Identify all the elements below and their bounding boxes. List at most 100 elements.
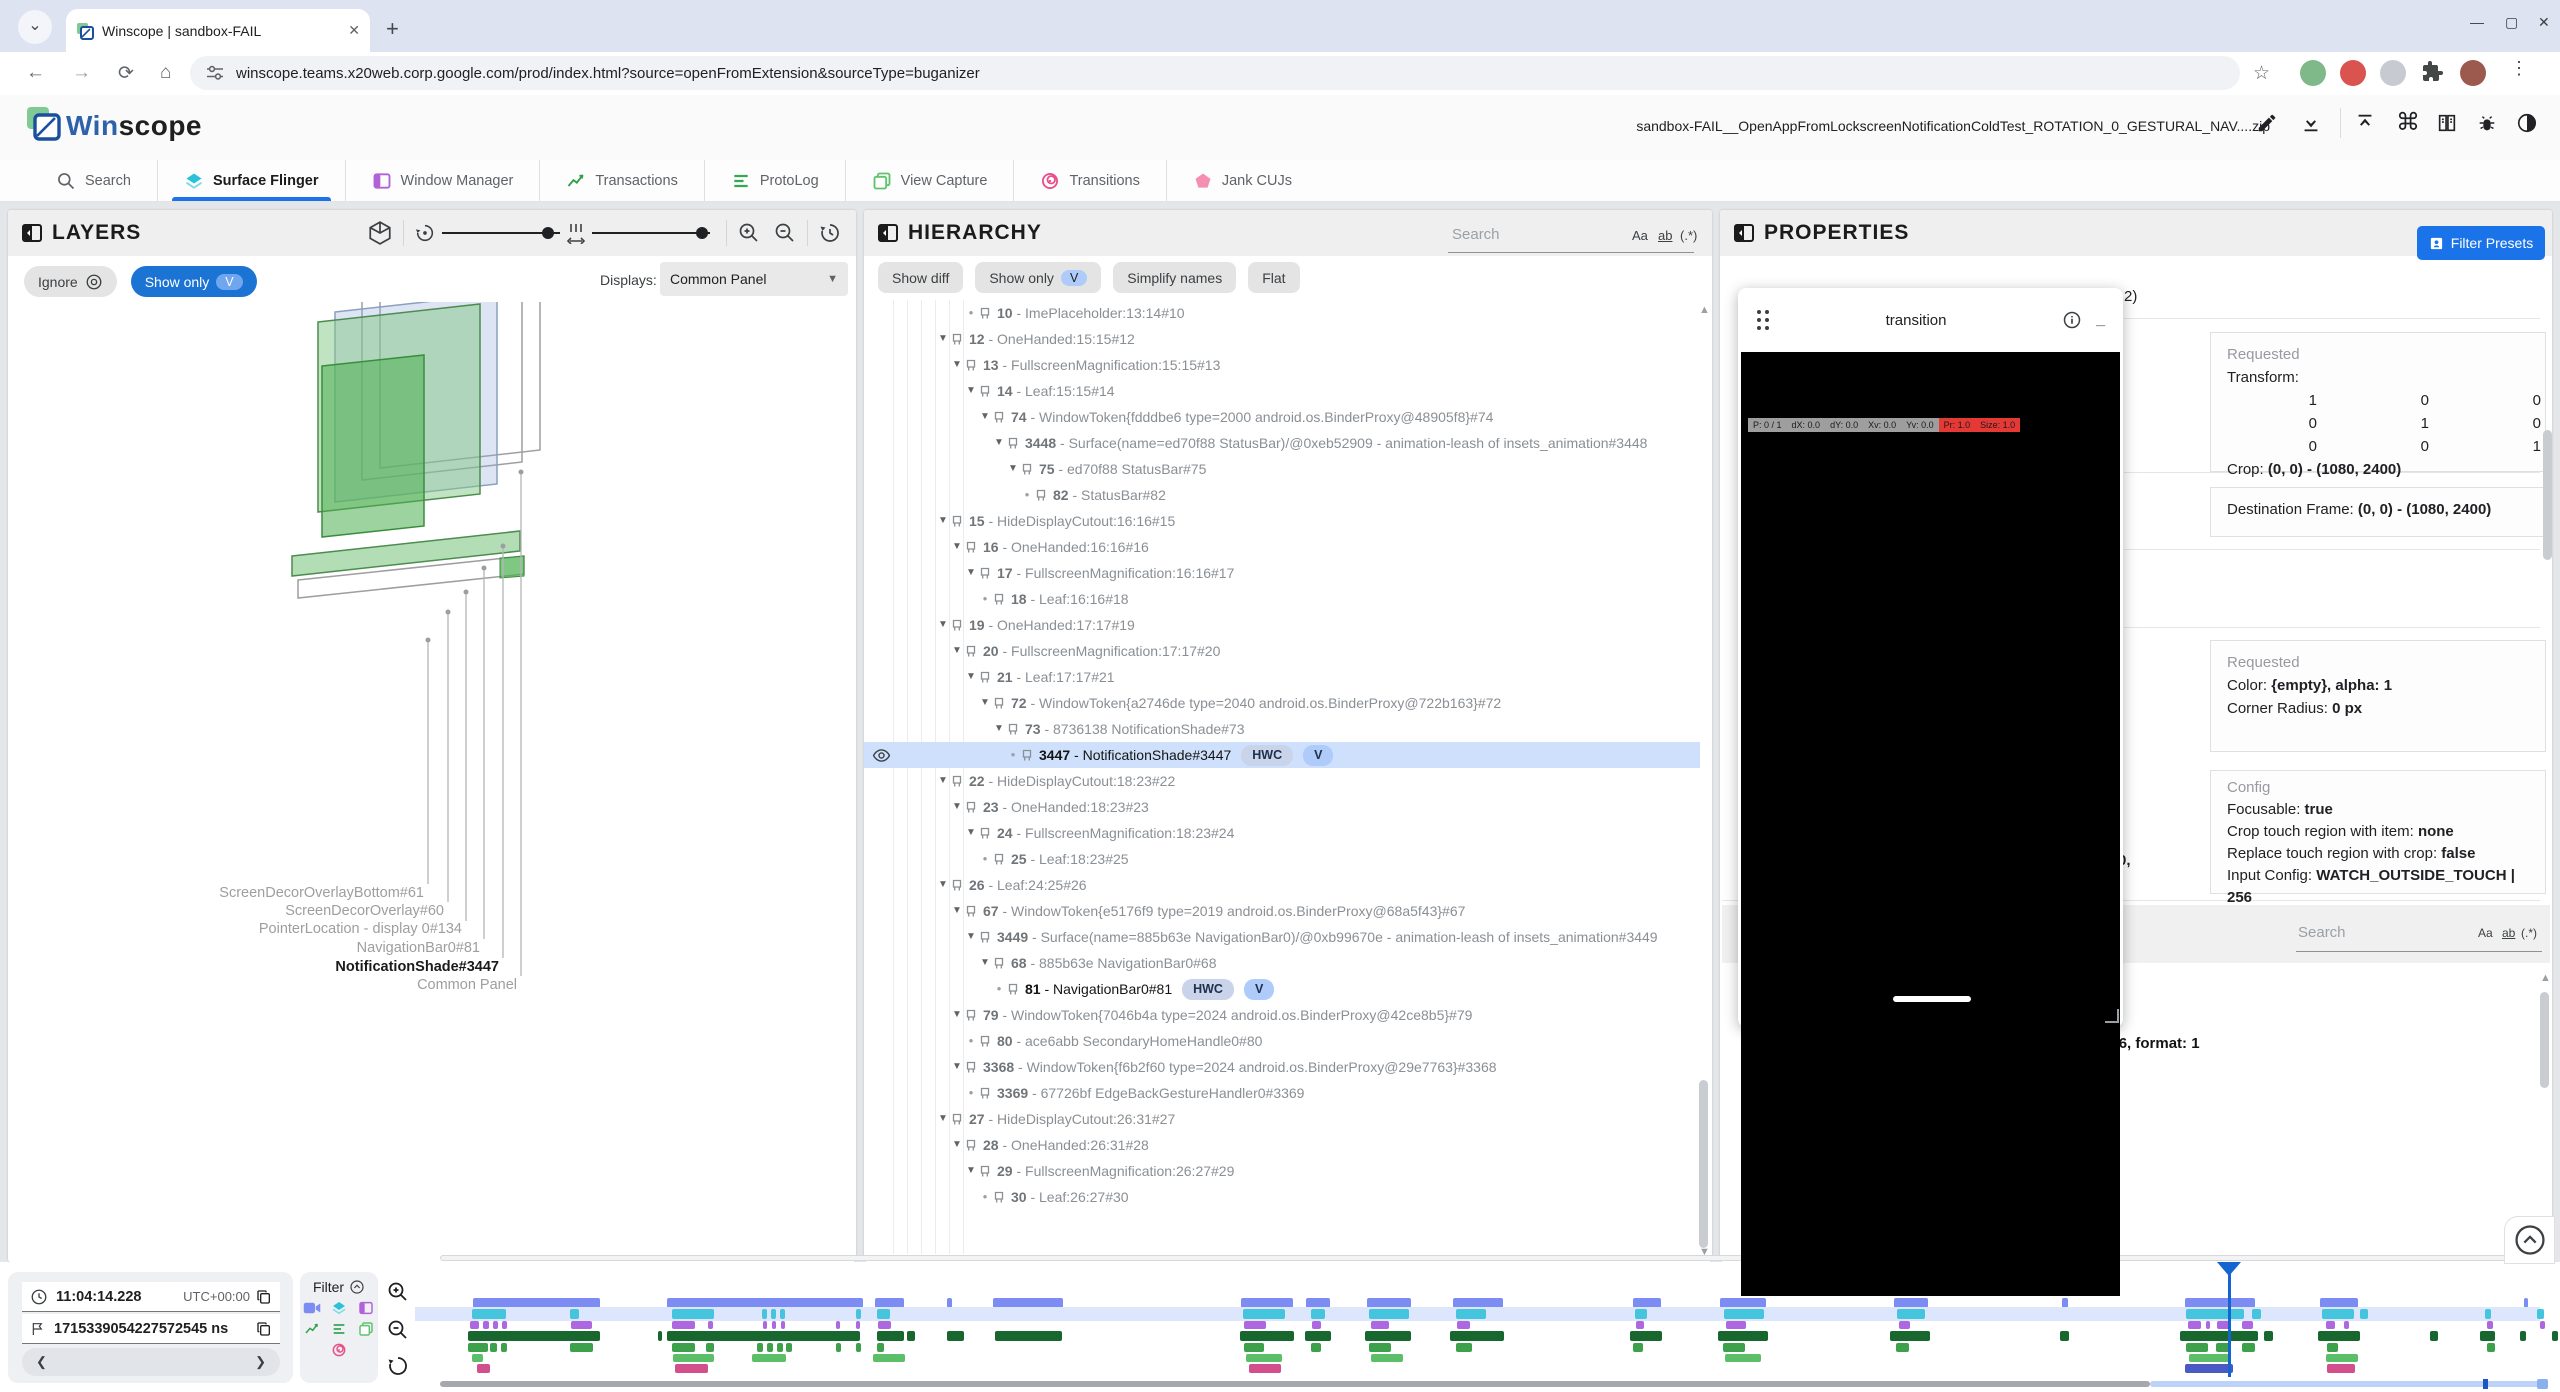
tree-row[interactable]: ▼21 - Leaf:17:17#21 [864, 664, 1700, 690]
tree-row[interactable]: ▼3449 - Surface(name=885b63e NavigationB… [864, 924, 1700, 950]
transactions-event[interactable] [1305, 1331, 1331, 1341]
tree-row[interactable]: ▼24 - FullscreenMagnification:18:23#24 [864, 820, 1700, 846]
reload-icon[interactable]: ⟳ [118, 62, 134, 85]
transactions-event[interactable] [907, 1331, 915, 1341]
surface-flinger-event[interactable] [2186, 1309, 2244, 1319]
ignore-chip[interactable]: Ignore [24, 266, 117, 297]
transactions-event[interactable] [2552, 1331, 2558, 1341]
protolog-event[interactable] [777, 1343, 783, 1352]
expand-arrow-icon[interactable]: ▼ [977, 950, 993, 976]
surface-flinger-event[interactable] [762, 1309, 767, 1319]
expand-arrow-icon[interactable]: ▼ [949, 638, 965, 664]
nav-tab-search[interactable]: Search [30, 160, 157, 201]
tree-row[interactable]: •25 - Leaf:18:23#25 [864, 846, 1700, 872]
transactions-event[interactable] [658, 1331, 662, 1341]
zoom-out-icon[interactable] [773, 221, 797, 245]
bookmark-star-icon[interactable]: ☆ [2253, 62, 2270, 85]
tree-row[interactable]: ▼72 - WindowToken{a2746de type=2040 andr… [864, 690, 1700, 716]
protolog-event[interactable] [786, 1343, 792, 1352]
hierarchy-search-input[interactable]: Search [1452, 226, 1500, 243]
panel-collapse-icon[interactable] [22, 224, 42, 242]
timeline-minimap-track[interactable] [2150, 1381, 2548, 1387]
tree-row[interactable]: ▼22 - HideDisplayCutout:18:23#22 [864, 768, 1700, 794]
tree-row[interactable]: ▼26 - Leaf:24:25#26 [864, 872, 1700, 898]
expand-arrow-icon[interactable]: ▼ [935, 1106, 951, 1132]
flat-chip[interactable]: Flat [1248, 262, 1299, 293]
transition-overlay-card[interactable]: transition _ P: 0 / 1dX: 0.0dY: 0.0Xv: 0… [1738, 288, 2123, 1027]
minimize-icon[interactable]: _ [2096, 311, 2105, 329]
surface-flinger-event[interactable] [672, 1309, 714, 1319]
window-manager-event[interactable] [1244, 1321, 1266, 1329]
browser-tab[interactable]: Winscope | sandbox-FAIL ✕ [66, 9, 370, 52]
ns-timestamp-value[interactable]: 1715339054227572545 ns [54, 1321, 256, 1337]
expand-arrow-icon[interactable]: ▼ [949, 1054, 965, 1080]
filter-screen-recording-icon[interactable] [303, 1300, 321, 1316]
expand-arrow-icon[interactable]: ▼ [991, 716, 1007, 742]
filter-presets-button[interactable]: Filter Presets [2417, 226, 2545, 260]
window-manager-event[interactable] [1726, 1321, 1746, 1329]
nav-tab-surface-flinger[interactable]: Surface Flinger [157, 160, 345, 201]
expand-arrow-icon[interactable]: ▼ [949, 352, 965, 378]
transactions-event[interactable] [2318, 1331, 2360, 1341]
tree-row[interactable]: ▼75 - ed70f88 StatusBar#75 [864, 456, 1700, 482]
protolog-event[interactable] [757, 1343, 763, 1352]
transactions-event[interactable] [2060, 1331, 2069, 1341]
filter-protolog-icon[interactable] [330, 1321, 348, 1337]
close-tab-icon[interactable]: ✕ [348, 22, 360, 39]
transactions-event[interactable] [1890, 1331, 1930, 1341]
tree-row[interactable]: ▼3368 - WindowToken{f6b2f60 type=2024 an… [864, 1054, 1700, 1080]
protolog-event[interactable] [1244, 1343, 1264, 1352]
extension-icon[interactable] [2380, 60, 2406, 86]
surface-flinger-event[interactable] [1456, 1309, 1486, 1319]
address-bar[interactable]: winscope.teams.x20web.corp.google.com/pr… [190, 56, 2240, 90]
expand-arrow-icon[interactable]: ▼ [1005, 456, 1021, 482]
window-manager-event[interactable] [2206, 1321, 2210, 1329]
tree-row[interactable]: ▼79 - WindowToken{7046b4a type=2024 andr… [864, 1002, 1700, 1028]
transactions-event[interactable] [1240, 1331, 1294, 1341]
ns-time-field[interactable]: 1715339054227572545 ns [22, 1314, 280, 1344]
match-word-icon[interactable]: ab [2502, 926, 2515, 940]
timeline-reset-zoom-icon[interactable] [386, 1354, 410, 1378]
window-maximize-icon[interactable]: ▢ [2505, 14, 2518, 31]
edit-icon[interactable] [2256, 112, 2278, 134]
window-manager-event[interactable] [470, 1321, 479, 1329]
window-manager-event[interactable] [571, 1321, 592, 1329]
hierarchy-scrollbar[interactable] [1699, 1080, 1708, 1248]
tree-row[interactable]: ▼68 - 885b63e NavigationBar0#68 [864, 950, 1700, 976]
tree-row[interactable]: ▼27 - HideDisplayCutout:26:31#27 [864, 1106, 1700, 1132]
upload-icon[interactable] [2354, 112, 2376, 134]
view-capture-event[interactable] [2326, 1354, 2358, 1362]
surface-flinger-event[interactable] [570, 1309, 579, 1319]
surface-flinger-event[interactable] [2322, 1309, 2354, 1319]
window-manager-event[interactable] [1312, 1321, 1321, 1329]
transactions-event[interactable] [2480, 1331, 2495, 1341]
site-settings-icon[interactable] [206, 64, 224, 82]
protolog-event[interactable] [1633, 1343, 1643, 1352]
tree-row[interactable]: •3447 - NotificationShade#3447HWCV [864, 742, 1700, 768]
transactions-event[interactable] [2430, 1331, 2438, 1341]
regex-icon[interactable]: (.*) [1680, 228, 1697, 243]
surface-flinger-event[interactable] [1635, 1309, 1647, 1319]
dark-mode-icon[interactable] [2516, 112, 2538, 134]
tree-row[interactable]: ▼14 - Leaf:15:15#14 [864, 378, 1700, 404]
window-close-icon[interactable]: ✕ [2538, 14, 2550, 31]
expand-arrow-icon[interactable]: ▼ [935, 872, 951, 898]
transitions-event[interactable] [477, 1364, 490, 1373]
window-manager-event[interactable] [1899, 1321, 1910, 1329]
nav-tab-jank-cujs[interactable]: Jank CUJs [1166, 160, 1318, 201]
regex-icon[interactable]: (.*) [2521, 926, 2537, 940]
browser-menu-icon[interactable]: ⋮ [2510, 58, 2528, 79]
view-capture-event[interactable] [873, 1354, 905, 1362]
surface-flinger-event[interactable] [1243, 1309, 1285, 1319]
protolog-event[interactable] [856, 1343, 861, 1352]
filter-transitions-icon[interactable] [330, 1342, 348, 1358]
protolog-event[interactable] [706, 1343, 714, 1352]
protolog-event[interactable] [2186, 1343, 2208, 1352]
nav-tab-transitions[interactable]: Transitions [1013, 160, 1165, 201]
transitions-event[interactable] [2327, 1364, 2355, 1373]
expand-arrow-icon[interactable]: ▼ [963, 1158, 979, 1184]
protolog-event[interactable] [2327, 1343, 2338, 1352]
expand-arrow-icon[interactable]: ▼ [949, 1132, 965, 1158]
download-icon[interactable] [2300, 112, 2322, 134]
tree-row[interactable]: ▼19 - OneHanded:17:17#19 [864, 612, 1700, 638]
